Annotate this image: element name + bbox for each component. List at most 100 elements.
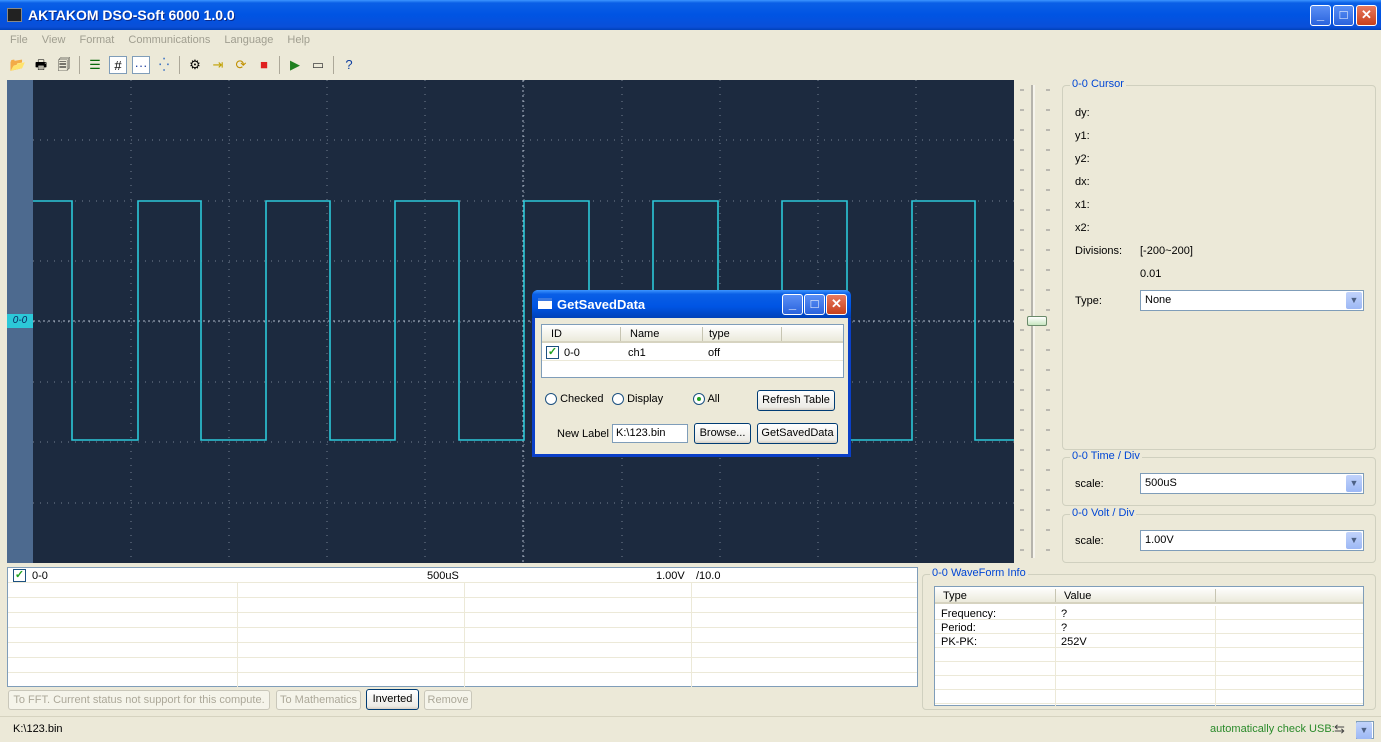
menu-format[interactable]: Format: [80, 30, 115, 46]
chevron-down-icon[interactable]: ▼: [1346, 475, 1362, 492]
dialog-minimize-button[interactable]: _: [782, 294, 803, 315]
table-header: ID Name type: [542, 325, 843, 343]
new-label-text: New Label: [557, 428, 609, 440]
row-divider: [935, 689, 1363, 690]
table-row[interactable]: [8, 598, 917, 613]
minimize-button[interactable]: _: [1310, 5, 1331, 26]
table-row[interactable]: [8, 658, 917, 673]
table-row[interactable]: [8, 583, 917, 598]
maximize-button[interactable]: □: [1333, 5, 1354, 26]
column-divider: [1055, 606, 1056, 706]
open-icon[interactable]: 📂: [9, 56, 27, 74]
waveform-trace: [33, 200, 1014, 441]
dialog-maximize-button[interactable]: □: [804, 294, 825, 315]
row-checkbox[interactable]: ✓: [546, 346, 559, 359]
radio-display[interactable]: Display: [612, 393, 663, 406]
table-row[interactable]: ✓ 0-0 ch1 off: [542, 345, 843, 361]
table-row[interactable]: [8, 643, 917, 658]
grid-icon[interactable]: #: [109, 56, 127, 74]
refresh-table-button[interactable]: Refresh Table: [757, 390, 835, 411]
radio-checked[interactable]: Checked: [545, 393, 603, 406]
table-header: Type Value: [935, 587, 1363, 604]
row-divider: [935, 661, 1363, 662]
menu-communications[interactable]: Communications: [128, 30, 210, 46]
channel-grid[interactable]: ✓ 0-0 500uS 1.00V /10.0: [7, 567, 918, 688]
dialog-title-bar[interactable]: GetSavedData _ □ ✕: [532, 290, 851, 318]
slider-thumb[interactable]: [1027, 316, 1047, 326]
export-icon[interactable]: ▶: [286, 56, 304, 74]
time-scale-value: 500uS: [1145, 477, 1177, 489]
time-scale-select[interactable]: 500uS ▼: [1140, 473, 1364, 494]
channel-marker[interactable]: 0-0: [7, 314, 33, 328]
type-label: Type:: [1075, 295, 1102, 307]
import-icon[interactable]: ⇥: [209, 56, 227, 74]
time-scale-label: scale:: [1075, 478, 1104, 490]
help-icon[interactable]: ?: [340, 56, 358, 74]
row-type: off: [708, 347, 721, 359]
row-divider: [935, 703, 1363, 704]
print-preview-icon[interactable]: 🗐: [55, 56, 73, 74]
menu-help[interactable]: Help: [287, 30, 310, 46]
chevron-down-icon[interactable]: ▼: [1346, 292, 1362, 309]
remove-button[interactable]: Remove: [424, 690, 472, 710]
dialog-close-button[interactable]: ✕: [826, 294, 847, 315]
channel-time: 500uS: [427, 570, 459, 582]
browse-button[interactable]: Browse...: [694, 423, 751, 444]
header-type[interactable]: type: [709, 328, 730, 340]
toolbar-separator: [279, 56, 280, 74]
get-saved-data-button[interactable]: GetSavedData: [757, 423, 838, 444]
toolbar-separator: [79, 56, 80, 74]
radio-all-circle[interactable]: [693, 393, 705, 406]
table-row[interactable]: ✓ 0-0 500uS 1.00V /10.0: [8, 568, 917, 583]
radio-checked-circle[interactable]: [545, 393, 557, 406]
cursor-type-select[interactable]: None ▼: [1140, 290, 1364, 311]
to-fft-button[interactable]: To FFT. Current status not support for t…: [8, 690, 270, 710]
to-mathematics-button[interactable]: To Mathematics: [276, 690, 361, 710]
header-name[interactable]: Name: [630, 328, 659, 340]
header-value[interactable]: Value: [1064, 590, 1091, 602]
settings-icon[interactable]: ⚙: [186, 56, 204, 74]
radio-all-label: All: [707, 393, 720, 405]
print-icon[interactable]: 🖶: [32, 56, 50, 74]
radio-all[interactable]: All: [693, 393, 720, 406]
usb-dropdown[interactable]: ▼: [1356, 721, 1374, 739]
divisions-value: 0.01: [1140, 268, 1162, 280]
table-row[interactable]: [8, 613, 917, 628]
row-id: 0-0: [564, 347, 580, 359]
volt-scale-select[interactable]: 1.00V ▼: [1140, 530, 1364, 551]
dx-label: dx:: [1075, 176, 1090, 188]
waveform-info-table[interactable]: Type Value Frequency: ? Period: ? PK-PK:…: [934, 586, 1364, 706]
screen-icon[interactable]: ▭: [309, 56, 327, 74]
menu-view[interactable]: View: [42, 30, 66, 46]
line-icon[interactable]: ···: [132, 56, 150, 74]
row-divider: [935, 633, 1363, 634]
stop-icon[interactable]: ■: [255, 56, 273, 74]
channel-volt: 1.00V: [656, 570, 685, 582]
title-bar[interactable]: AKTAKOM DSO-Soft 6000 1.0.0 _ □ ✕: [0, 0, 1381, 30]
refresh-icon[interactable]: ⟳: [232, 56, 250, 74]
channel-checkbox[interactable]: ✓: [13, 569, 26, 582]
menu-file[interactable]: File: [10, 30, 28, 46]
table-row[interactable]: [8, 628, 917, 643]
radio-display-circle[interactable]: [612, 393, 624, 406]
status-bar: K:\123.bin automatically check USB: ⇆ ▼: [0, 716, 1381, 742]
saved-data-table[interactable]: ID Name type ✓ 0-0 ch1 off: [541, 324, 844, 378]
chevron-down-icon[interactable]: ▼: [1356, 722, 1372, 739]
usb-icon: ⇆: [1334, 721, 1345, 736]
header-type[interactable]: Type: [943, 590, 967, 602]
row-name: ch1: [628, 347, 646, 359]
list-icon[interactable]: ☰: [86, 56, 104, 74]
scope-canvas: [33, 80, 1014, 563]
inverted-button[interactable]: Inverted: [366, 689, 419, 710]
dots-icon[interactable]: ⁛: [155, 56, 173, 74]
scope-display[interactable]: [33, 80, 1014, 563]
channel-div: /10.0: [696, 570, 721, 582]
chevron-down-icon[interactable]: ▼: [1346, 532, 1362, 549]
header-id[interactable]: ID: [551, 328, 562, 340]
toolbar: 📂 🖶 🗐 ☰ # ··· ⁛ ⚙ ⇥ ⟳ ■ ▶ ▭ ?: [0, 52, 1381, 78]
new-label-input[interactable]: K:\123.bin: [612, 424, 688, 443]
table-row[interactable]: [8, 673, 917, 688]
menu-language[interactable]: Language: [224, 30, 273, 46]
close-button[interactable]: ✕: [1356, 5, 1377, 26]
app-icon: [7, 8, 22, 22]
